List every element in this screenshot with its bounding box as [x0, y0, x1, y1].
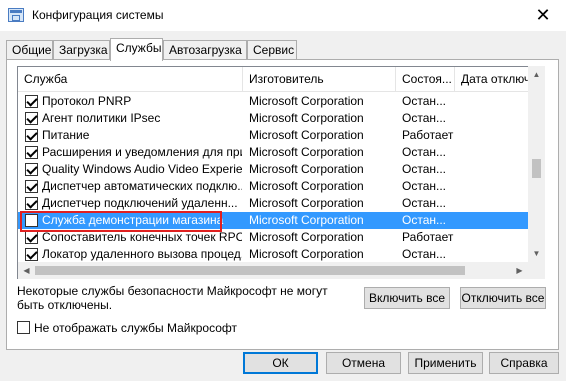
- service-name: Питание: [42, 128, 90, 142]
- service-name: Диспетчер подключений удаленн...: [42, 196, 238, 210]
- service-name: Протокол PNRP: [42, 94, 132, 108]
- column-header-maker[interactable]: Изготовитель: [243, 67, 396, 92]
- hide-ms-label: Не отображать службы Майкрософт: [34, 321, 238, 335]
- service-status: Остан...: [402, 162, 446, 176]
- list-item[interactable]: Питание Microsoft Corporation Работает: [18, 127, 529, 144]
- service-maker: Microsoft Corporation: [249, 230, 364, 244]
- column-header-service[interactable]: Служба: [18, 67, 243, 92]
- service-maker: Microsoft Corporation: [249, 213, 364, 227]
- service-name: Агент политики IPsec: [42, 111, 161, 125]
- service-name: Диспетчер автоматических подклю...: [42, 179, 242, 193]
- app-icon: [8, 8, 24, 22]
- title-bar: Конфигурация системы ✕: [0, 0, 566, 31]
- vertical-scrollbar[interactable]: ▲ ▼: [528, 66, 545, 262]
- scroll-right-icon[interactable]: ▶: [511, 262, 528, 279]
- service-checkbox[interactable]: [25, 197, 38, 210]
- tab-boot[interactable]: Загрузка: [53, 40, 110, 60]
- services-list[interactable]: Служба Изготовитель Состоя... Дата отклю…: [17, 66, 545, 279]
- security-note: Некоторые службы безопасности Майкрософт…: [17, 284, 328, 312]
- tab-services[interactable]: Службы: [110, 38, 163, 61]
- service-maker: Microsoft Corporation: [249, 179, 364, 193]
- tab-general[interactable]: Общие: [6, 40, 53, 60]
- service-status: Работает: [402, 230, 454, 244]
- tab-tools[interactable]: Сервис: [247, 40, 297, 60]
- service-status: Остан...: [402, 179, 446, 193]
- ok-button[interactable]: ОК: [243, 352, 318, 374]
- service-checkbox[interactable]: [25, 180, 38, 193]
- service-maker: Microsoft Corporation: [249, 128, 364, 142]
- service-status: Работает: [402, 128, 454, 142]
- list-item[interactable]: Диспетчер автоматических подклю... Micros…: [18, 178, 529, 195]
- list-item[interactable]: Расширения и уведомления для при... Micro…: [18, 144, 529, 161]
- service-checkbox[interactable]: [25, 95, 38, 108]
- disable-all-button[interactable]: Отключить все: [460, 287, 546, 309]
- list-item[interactable]: Протокол PNRP Microsoft Corporation Остан.…: [18, 93, 529, 110]
- selected-row-highlight: [20, 211, 222, 232]
- service-checkbox[interactable]: [25, 231, 38, 244]
- service-maker: Microsoft Corporation: [249, 162, 364, 176]
- scroll-down-icon[interactable]: ▼: [528, 245, 545, 262]
- service-status: Остан...: [402, 145, 446, 159]
- list-item[interactable]: Диспетчер подключений удаленн... Microsof…: [18, 195, 529, 212]
- help-button[interactable]: Справка: [489, 352, 559, 374]
- service-checkbox[interactable]: [25, 146, 38, 159]
- service-maker: Microsoft Corporation: [249, 247, 364, 261]
- apply-button[interactable]: Применить: [408, 352, 483, 374]
- service-name: Локатор удаленного вызова процед...: [42, 247, 242, 261]
- horizontal-scroll-thumb[interactable]: [35, 266, 465, 275]
- hide-ms-checkbox[interactable]: [17, 321, 30, 334]
- service-status: Остан...: [402, 196, 446, 210]
- service-maker: Microsoft Corporation: [249, 196, 364, 210]
- service-maker: Microsoft Corporation: [249, 145, 364, 159]
- scroll-left-icon[interactable]: ◀: [18, 262, 35, 279]
- close-button[interactable]: ✕: [520, 0, 566, 31]
- scrollbar-corner: [528, 262, 545, 279]
- service-maker: Microsoft Corporation: [249, 111, 364, 125]
- service-checkbox[interactable]: [25, 129, 38, 142]
- list-item[interactable]: Локатор удаленного вызова процед... Micro…: [18, 246, 529, 263]
- service-status: Остан...: [402, 247, 446, 261]
- service-status: Остан...: [402, 111, 446, 125]
- service-checkbox[interactable]: [25, 112, 38, 125]
- service-checkbox[interactable]: [25, 163, 38, 176]
- service-status: Остан...: [402, 94, 446, 108]
- list-header: Служба Изготовитель Состоя... Дата отклю…: [18, 67, 544, 92]
- column-header-status[interactable]: Состоя...: [396, 67, 455, 92]
- horizontal-scrollbar[interactable]: ◀ ▶: [18, 262, 528, 279]
- list-item[interactable]: Quality Windows Audio Video Experience Mi…: [18, 161, 529, 178]
- service-status: Остан...: [402, 213, 446, 227]
- list-item[interactable]: Агент политики IPsec Microsoft Corporatio…: [18, 110, 529, 127]
- tab-startup[interactable]: Автозагрузка: [163, 40, 247, 60]
- service-name: Расширения и уведомления для при...: [42, 145, 242, 159]
- vertical-scroll-thumb[interactable]: [532, 159, 541, 178]
- window-title: Конфигурация системы: [32, 8, 164, 22]
- cancel-button[interactable]: Отмена: [326, 352, 401, 374]
- service-name: Quality Windows Audio Video Experience: [42, 162, 242, 176]
- enable-all-button[interactable]: Включить все: [364, 287, 450, 309]
- service-maker: Microsoft Corporation: [249, 94, 364, 108]
- scroll-up-icon[interactable]: ▲: [528, 66, 545, 83]
- service-checkbox[interactable]: [25, 248, 38, 261]
